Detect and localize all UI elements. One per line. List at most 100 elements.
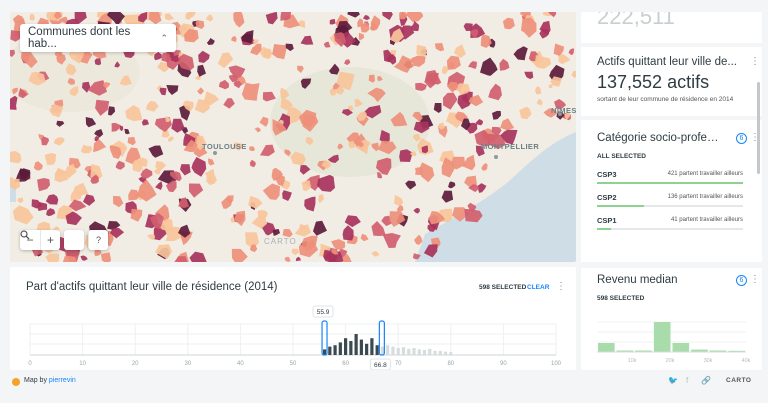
commune-polygon[interactable]: [241, 82, 260, 101]
commune-polygon[interactable]: [166, 85, 179, 95]
commune-polygon[interactable]: [534, 86, 542, 95]
commune-polygon[interactable]: [248, 195, 263, 209]
commune-polygon[interactable]: [415, 82, 427, 91]
author-link[interactable]: pierrevin: [49, 377, 76, 384]
commune-polygon[interactable]: [195, 20, 205, 30]
commune-polygon[interactable]: [347, 12, 360, 18]
commune-polygon[interactable]: [191, 157, 207, 177]
zoom-in-button[interactable]: +: [40, 230, 60, 250]
commune-polygon[interactable]: [231, 35, 237, 42]
commune-polygon[interactable]: [262, 91, 276, 102]
commune-polygon[interactable]: [138, 12, 148, 23]
commune-polygon[interactable]: [318, 194, 325, 204]
commune-polygon[interactable]: [454, 44, 466, 58]
commune-polygon[interactable]: [571, 70, 576, 78]
commune-polygon[interactable]: [54, 167, 68, 183]
commune-polygon[interactable]: [94, 129, 104, 138]
commune-polygon[interactable]: [448, 181, 456, 189]
commune-polygon[interactable]: [140, 168, 153, 179]
commune-polygon[interactable]: [441, 65, 448, 75]
commune-polygon[interactable]: [10, 95, 18, 110]
commune-polygon[interactable]: [548, 84, 553, 89]
histogram-bar[interactable]: [443, 351, 448, 355]
histogram-bar[interactable]: [438, 350, 442, 355]
commune-polygon[interactable]: [441, 190, 454, 203]
commune-polygon[interactable]: [259, 116, 269, 127]
commune-polygon[interactable]: [443, 92, 458, 110]
revenu-bar[interactable]: [653, 322, 671, 352]
commune-polygon[interactable]: [189, 251, 207, 262]
help-button[interactable]: ?: [88, 230, 108, 250]
commune-polygon[interactable]: [536, 98, 543, 106]
histogram-bar[interactable]: [370, 338, 374, 355]
histogram-bar[interactable]: [365, 343, 369, 355]
commune-polygon[interactable]: [157, 61, 169, 73]
commune-polygon[interactable]: [108, 106, 116, 116]
commune-polygon[interactable]: [405, 180, 417, 190]
commune-polygon[interactable]: [524, 71, 534, 80]
commune-polygon[interactable]: [323, 41, 331, 48]
commune-polygon[interactable]: [45, 194, 59, 205]
commune-polygon[interactable]: [553, 43, 565, 56]
commune-polygon[interactable]: [29, 13, 35, 21]
commune-polygon[interactable]: [217, 52, 234, 69]
commune-polygon[interactable]: [394, 194, 404, 207]
commune-polygon[interactable]: [513, 46, 528, 61]
commune-polygon[interactable]: [282, 190, 292, 201]
commune-polygon[interactable]: [17, 197, 24, 204]
commune-polygon[interactable]: [46, 208, 56, 217]
revenu-bar[interactable]: [598, 343, 615, 352]
commune-polygon[interactable]: [291, 248, 300, 256]
commune-polygon[interactable]: [500, 118, 515, 131]
histogram-bar[interactable]: [386, 345, 390, 355]
commune-polygon[interactable]: [100, 252, 112, 262]
commune-polygon[interactable]: [53, 137, 65, 146]
commune-polygon[interactable]: [294, 224, 312, 237]
commune-polygon[interactable]: [206, 38, 215, 45]
histogram-bar[interactable]: [401, 347, 406, 355]
histogram-bar[interactable]: [396, 348, 400, 355]
commune-polygon[interactable]: [371, 251, 380, 257]
twitter-icon[interactable]: 🐦: [668, 376, 678, 385]
commune-polygon[interactable]: [265, 12, 278, 25]
commune-polygon[interactable]: [208, 158, 215, 166]
commune-polygon[interactable]: [93, 139, 107, 153]
commune-polygon[interactable]: [161, 52, 171, 63]
commune-polygon[interactable]: [272, 44, 287, 60]
revenu-bar[interactable]: [672, 343, 690, 352]
commune-polygon[interactable]: [363, 15, 370, 21]
commune-polygon[interactable]: [262, 183, 280, 200]
commune-polygon[interactable]: [434, 43, 445, 52]
commune-polygon[interactable]: [331, 239, 346, 250]
commune-polygon[interactable]: [382, 233, 401, 248]
commune-polygon[interactable]: [406, 12, 424, 23]
commune-polygon[interactable]: [37, 202, 48, 211]
commune-polygon[interactable]: [468, 61, 477, 69]
commune-polygon[interactable]: [414, 234, 423, 245]
histogram-bar[interactable]: [359, 339, 363, 355]
commune-polygon[interactable]: [568, 48, 575, 55]
commune-polygon[interactable]: [304, 196, 316, 212]
commune-polygon[interactable]: [44, 153, 57, 166]
histogram-bar[interactable]: [417, 349, 421, 355]
commune-polygon[interactable]: [370, 15, 381, 30]
commune-polygon[interactable]: [12, 205, 34, 225]
commune-polygon[interactable]: [124, 128, 130, 135]
commune-polygon[interactable]: [499, 58, 510, 71]
histogram-chart[interactable]: 0 10 20 30 40 50 60 70 80 90 100 55.9 66.8: [10, 267, 576, 370]
search-button[interactable]: [20, 230, 84, 250]
commune-polygon[interactable]: [382, 12, 393, 21]
commune-polygon[interactable]: [95, 99, 110, 116]
commune-polygon[interactable]: [164, 13, 175, 21]
commune-polygon[interactable]: [360, 233, 369, 242]
commune-polygon[interactable]: [233, 12, 245, 28]
commune-polygon[interactable]: [260, 46, 272, 60]
commune-polygon[interactable]: [502, 17, 515, 30]
commune-polygon[interactable]: [231, 248, 248, 262]
commune-polygon[interactable]: [285, 43, 294, 52]
commune-polygon[interactable]: [397, 205, 404, 213]
commune-polygon[interactable]: [249, 146, 256, 152]
commune-polygon[interactable]: [295, 256, 301, 262]
commune-polygon[interactable]: [37, 178, 50, 192]
commune-polygon[interactable]: [155, 244, 173, 260]
